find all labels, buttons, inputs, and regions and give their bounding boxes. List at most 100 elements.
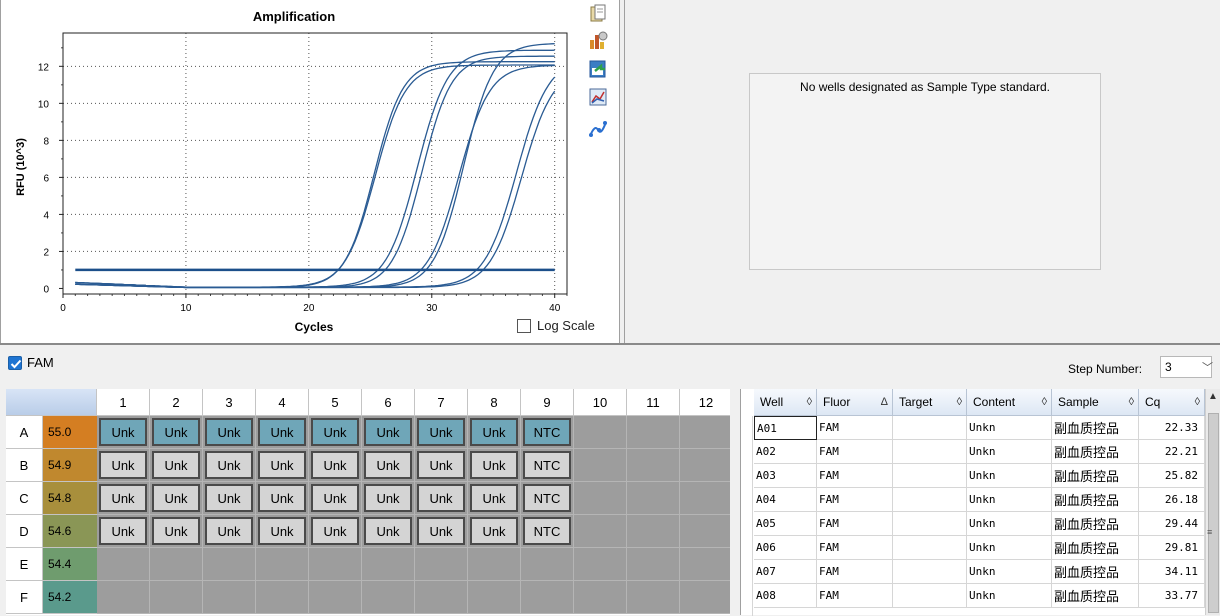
- plate-column-header[interactable]: 2: [150, 389, 203, 416]
- plate-column-header[interactable]: 6: [362, 389, 415, 416]
- table-cell-sample[interactable]: 副血质控品: [1052, 512, 1139, 536]
- table-cell-well[interactable]: A08: [754, 584, 817, 608]
- plate-well[interactable]: [362, 581, 415, 614]
- plate-select-all[interactable]: [6, 389, 97, 416]
- table-cell-cq[interactable]: 29.81: [1139, 536, 1205, 560]
- column-header-target[interactable]: Target ◊: [893, 389, 967, 416]
- step-number-select[interactable]: 3 ﹀: [1160, 356, 1213, 378]
- sort-icon[interactable]: Δ: [881, 396, 888, 408]
- plate-well[interactable]: Unk: [415, 416, 468, 449]
- plate-well[interactable]: [627, 482, 680, 515]
- plate-well[interactable]: Unk: [150, 482, 203, 515]
- plate-well[interactable]: Unk: [468, 515, 521, 548]
- plate-well[interactable]: [309, 581, 362, 614]
- plate-well[interactable]: Unk: [203, 449, 256, 482]
- sort-icon[interactable]: ◊: [1195, 396, 1200, 408]
- column-header-sample[interactable]: Sample ◊: [1052, 389, 1139, 416]
- column-header-cq[interactable]: Cq ◊: [1139, 389, 1205, 416]
- table-cell-fluor[interactable]: FAM: [817, 440, 893, 464]
- table-cell-target[interactable]: [893, 440, 967, 464]
- table-cell-fluor[interactable]: FAM: [817, 464, 893, 488]
- plate-column-header[interactable]: 7: [415, 389, 468, 416]
- table-cell-well[interactable]: A05: [754, 512, 817, 536]
- plate-well[interactable]: Unk: [203, 515, 256, 548]
- table-cell-well[interactable]: A04: [754, 488, 817, 512]
- plate-well[interactable]: Unk: [97, 482, 150, 515]
- plate-well[interactable]: [680, 548, 730, 581]
- table-cell-target[interactable]: [893, 584, 967, 608]
- table-cell-cq[interactable]: 25.82: [1139, 464, 1205, 488]
- plate-well[interactable]: Unk: [256, 449, 309, 482]
- plate-row-header[interactable]: D: [6, 515, 43, 548]
- plate-well[interactable]: [415, 548, 468, 581]
- plate-column-header[interactable]: 4: [256, 389, 309, 416]
- plate-well[interactable]: [680, 581, 730, 614]
- plate-well[interactable]: Unk: [150, 449, 203, 482]
- plate-well[interactable]: [256, 548, 309, 581]
- table-cell-cq[interactable]: 33.77: [1139, 584, 1205, 608]
- plate-well[interactable]: Unk: [309, 416, 362, 449]
- table-cell-content[interactable]: Unkn: [967, 560, 1052, 584]
- plate-well[interactable]: [203, 581, 256, 614]
- export-icon[interactable]: [587, 58, 609, 80]
- plate-well[interactable]: [680, 416, 730, 449]
- plate-well[interactable]: Unk: [309, 449, 362, 482]
- table-cell-content[interactable]: Unkn: [967, 488, 1052, 512]
- plate-row-header[interactable]: F: [6, 581, 43, 614]
- plate-row-header[interactable]: B: [6, 449, 43, 482]
- plate-well[interactable]: Unk: [362, 449, 415, 482]
- panel-separator[interactable]: [624, 0, 625, 343]
- table-cell-target[interactable]: [893, 560, 967, 584]
- plate-well[interactable]: [203, 548, 256, 581]
- table-cell-cq[interactable]: 26.18: [1139, 488, 1205, 512]
- plate-well[interactable]: [627, 581, 680, 614]
- amplification-chart[interactable]: Amplification 0 10 20 30 40024681012 Cycles …: [1, 0, 619, 343]
- plate-column-header[interactable]: 5: [309, 389, 362, 416]
- plate-well[interactable]: Unk: [309, 482, 362, 515]
- plate-well[interactable]: Unk: [150, 416, 203, 449]
- plate-well[interactable]: Unk: [203, 416, 256, 449]
- plate-well[interactable]: [574, 482, 627, 515]
- plate-well[interactable]: [256, 581, 309, 614]
- plate-well[interactable]: [97, 581, 150, 614]
- plate-row-header[interactable]: C: [6, 482, 43, 515]
- plate-well[interactable]: [627, 416, 680, 449]
- chevron-down-icon[interactable]: ﹀: [1202, 359, 1213, 375]
- table-cell-well[interactable]: A03: [754, 464, 817, 488]
- plate-column-header[interactable]: 3: [203, 389, 256, 416]
- scroll-up-icon[interactable]: ▲: [1208, 391, 1219, 405]
- sort-icon[interactable]: ◊: [1129, 396, 1134, 408]
- amplification-curve[interactable]: [75, 64, 555, 288]
- table-cell-sample[interactable]: 副血质控品: [1052, 536, 1139, 560]
- table-cell-fluor[interactable]: FAM: [817, 536, 893, 560]
- curve-fit-icon[interactable]: [587, 118, 609, 140]
- table-cell-cq[interactable]: 22.21: [1139, 440, 1205, 464]
- plate-well[interactable]: [362, 548, 415, 581]
- table-cell-target[interactable]: [893, 536, 967, 560]
- plate-well[interactable]: Unk: [362, 416, 415, 449]
- plate-well[interactable]: Unk: [256, 515, 309, 548]
- sort-icon[interactable]: ◊: [1042, 396, 1047, 408]
- plate-well[interactable]: [468, 548, 521, 581]
- sort-icon[interactable]: ◊: [807, 396, 812, 408]
- plate-well[interactable]: [521, 548, 574, 581]
- table-cell-sample[interactable]: 副血质控品: [1052, 440, 1139, 464]
- plate-well[interactable]: Unk: [415, 449, 468, 482]
- table-cell-sample[interactable]: 副血质控品: [1052, 488, 1139, 512]
- table-cell-well[interactable]: A01: [754, 416, 817, 440]
- plate-well[interactable]: Unk: [415, 515, 468, 548]
- plate-well[interactable]: [468, 581, 521, 614]
- amplification-curve[interactable]: [75, 55, 555, 289]
- plate-well[interactable]: [680, 449, 730, 482]
- table-scrollbar[interactable]: ▲ ≡: [1205, 389, 1220, 615]
- plate-well[interactable]: [627, 449, 680, 482]
- column-header-content[interactable]: Content ◊: [967, 389, 1052, 416]
- plate-well[interactable]: [415, 581, 468, 614]
- plate-well[interactable]: [627, 515, 680, 548]
- amplification-curve[interactable]: [75, 76, 556, 288]
- table-cell-sample[interactable]: 副血质控品: [1052, 416, 1139, 440]
- plate-column-header[interactable]: 11: [627, 389, 680, 416]
- plate-well[interactable]: Unk: [150, 515, 203, 548]
- plate-well[interactable]: Unk: [415, 482, 468, 515]
- row-selector-column[interactable]: [745, 416, 753, 616]
